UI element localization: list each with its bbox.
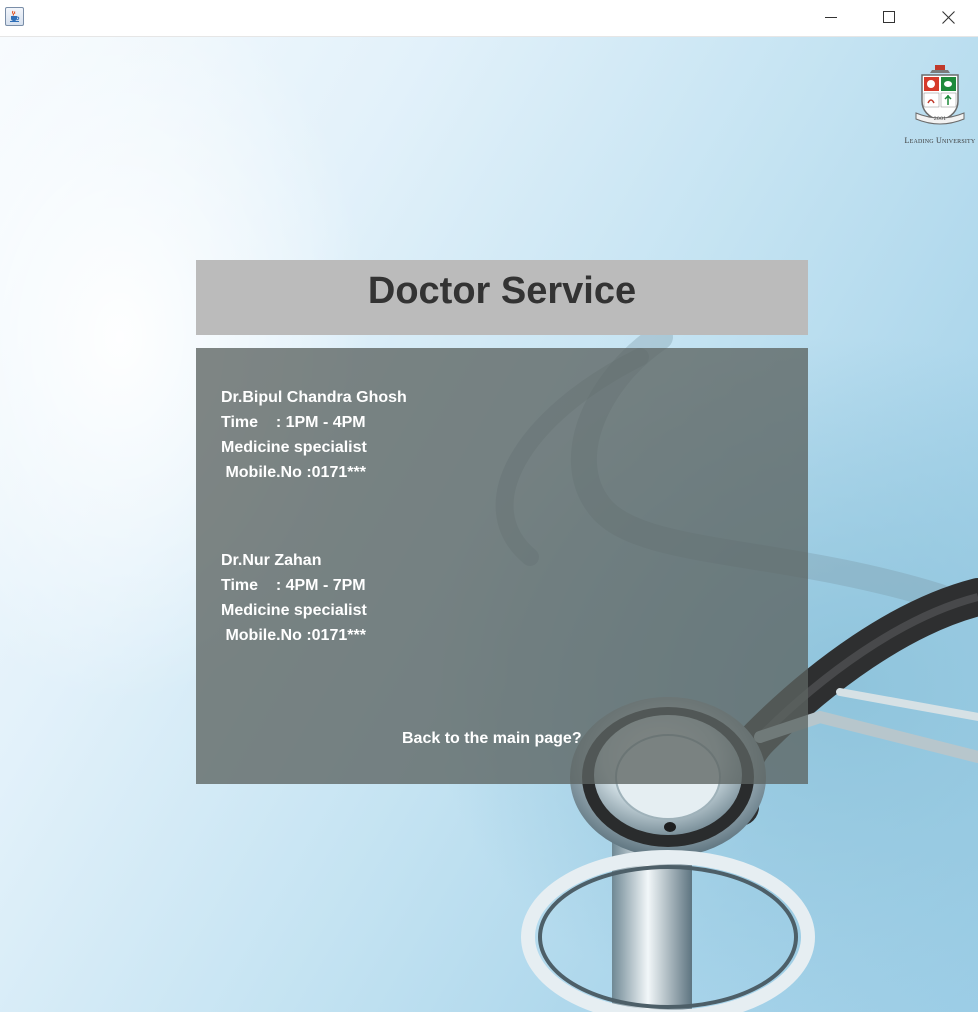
doctor-specialty: Medicine specialist [221,602,367,619]
close-button[interactable] [919,0,977,34]
app-window: 2001 Leading University Doctor Service D… [0,0,978,1012]
doctor-info-panel: Dr.Bipul Chandra Ghosh Time : 1PM - 4PM … [196,348,808,784]
back-to-main-link[interactable]: Back to the main page? [402,730,582,748]
page-title: Doctor Service [367,270,637,312]
maximize-icon [883,11,895,23]
doctor-name: Dr.Bipul Chandra Ghosh [221,389,407,406]
java-cup-icon[interactable] [5,7,24,26]
doctor-mobile: Mobile.No :0171*** [221,627,366,644]
doctor-mobile: Mobile.No :0171*** [221,464,366,481]
doctor-name: Dr.Nur Zahan [221,552,322,569]
doctor-time: Time : 1PM - 4PM [221,414,366,431]
university-crest-icon: 2001 [915,65,965,125]
minimize-icon [825,17,837,18]
close-icon [941,10,955,24]
logo-text: Leading University [904,136,976,145]
doctor-specialty: Medicine specialist [221,439,367,456]
svg-text:2001: 2001 [934,116,947,122]
doctor-card: Dr.Nur Zahan Time : 4PM - 7PM Medicine s… [221,548,367,648]
university-logo: 2001 Leading University [902,63,978,145]
doctor-card: Dr.Bipul Chandra Ghosh Time : 1PM - 4PM … [221,385,407,485]
doctor-time: Time : 4PM - 7PM [221,577,366,594]
header-panel: Doctor Service [196,260,808,335]
maximize-button[interactable] [860,0,918,34]
minimize-button[interactable] [802,0,860,34]
background-image: 2001 Leading University Doctor Service D… [0,37,978,1012]
title-bar [0,0,978,37]
